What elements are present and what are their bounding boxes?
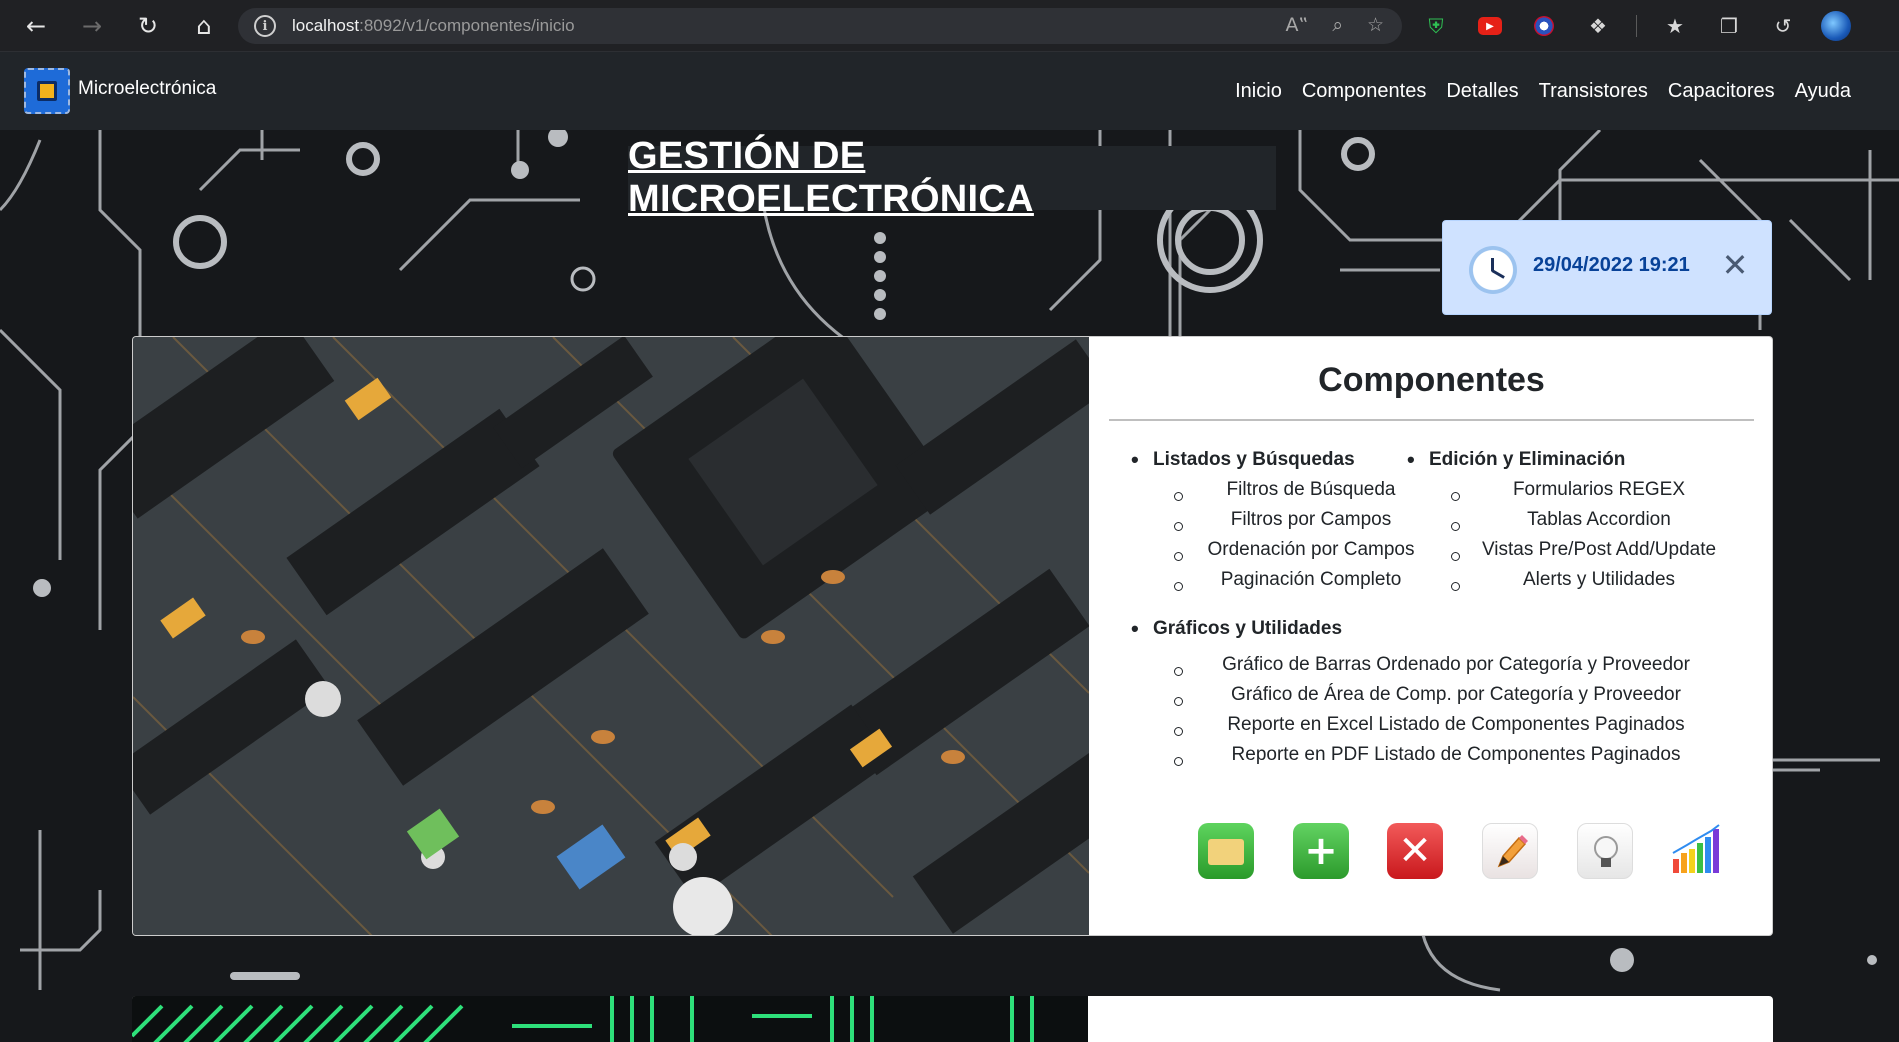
youtube-icon[interactable]: ▶ [1478,17,1502,35]
close-icon[interactable]: ✕ [1715,245,1755,285]
circuit-lines-image [132,996,1088,1042]
list-item: Formularios REGEX [1512,479,1686,500]
back-button[interactable]: ← [16,6,56,46]
list-item: Tablas Accordion [1527,509,1671,530]
list-item: Gráfico de Área de Comp. por Categoría y… [1231,684,1681,705]
toast-datetime: 29/04/2022 19:21 [1533,254,1690,276]
extensions-area: ⛨ ▶ ❖ ★ ❐ ↺ [1420,10,1851,42]
profile-icon[interactable] [1821,11,1851,41]
components-card: Componentes Listados y Búsquedas Filtros… [132,336,1773,936]
collections-icon[interactable]: ❐ [1713,10,1745,42]
section-title-listados: Listados y Búsquedas [1131,447,1355,473]
circuit-board-image [133,337,1089,935]
divider [1636,15,1637,37]
url-text[interactable]: localhost:8092/v1/componentes/inicio [292,16,575,36]
page-title-box: GESTIÓN DE MICROELECTRÓNICA [628,135,1276,220]
bullet [1451,492,1460,501]
bullet [1451,582,1460,591]
delete-icon[interactable]: ✕ [1387,823,1443,879]
divider [1109,419,1754,421]
bullet [1174,757,1183,766]
nav-link-componentes[interactable]: Componentes [1302,80,1427,103]
forward-button[interactable]: → [72,6,112,46]
read-aloud-icon[interactable]: A‟ [1285,14,1308,36]
home-button[interactable]: ⌂ [184,6,224,46]
puzzle-icon[interactable]: ❖ [1582,10,1614,42]
datetime-toast: 29/04/2022 19:21 ✕ [1442,220,1772,315]
bullet [1174,522,1183,531]
nav-link-transistores[interactable]: Transistores [1539,80,1648,103]
list-item: Filtros de Búsqueda [1226,479,1396,500]
edit-icon[interactable] [1482,823,1538,879]
url-path: :8092/v1/componentes/inicio [359,16,575,35]
bullet [1174,727,1183,736]
section-title-graficos: Gráficos y Utilidades [1131,616,1342,642]
nav-links: Inicio Componentes Detalles Transistores… [1235,80,1851,103]
page-title: GESTIÓN DE MICROELECTRÓNICA [628,135,1034,220]
extension-badge-icon[interactable] [1534,16,1554,36]
folder-icon[interactable] [1198,823,1254,879]
chip-logo-icon[interactable] [24,68,70,114]
brand-name[interactable]: Microelectrónica [78,78,216,100]
favorite-add-icon[interactable]: ☆ [1367,14,1384,36]
refresh-button[interactable]: ↻ [128,6,168,46]
clock-icon [1469,246,1517,294]
list-item: Filtros por Campos [1230,509,1392,530]
nav-link-detalles[interactable]: Detalles [1446,80,1518,103]
list-item: Reporte en PDF Listado de Componentes Pa… [1231,744,1681,765]
list-item: Reporte en Excel Listado de Componentes … [1227,714,1685,735]
card-title: Componentes [1318,361,1545,399]
list-item: Alerts y Utilidades [1522,569,1676,590]
zoom-icon[interactable]: ⌕ [1332,14,1343,36]
favorites-icon[interactable]: ★ [1659,10,1691,42]
list-item: Ordenación por Campos [1207,539,1415,560]
nav-link-capacitores[interactable]: Capacitores [1668,80,1775,103]
bullet [1174,667,1183,676]
bullet [1174,492,1183,501]
address-bar-icons: A‟ ⌕ ☆ [1285,14,1384,36]
history-icon[interactable]: ↺ [1767,10,1799,42]
list-item: Vistas Pre/Post Add/Update [1481,539,1717,560]
shield-icon[interactable]: ⛨ [1420,10,1452,42]
url-host: localhost [292,16,360,35]
add-icon[interactable]: + [1293,823,1349,879]
section-title-edicion: Edición y Eliminación [1407,447,1625,473]
bullet [1174,582,1183,591]
bullet [1451,552,1460,561]
bullet [1174,697,1183,706]
nav-link-inicio[interactable]: Inicio [1235,80,1282,103]
address-bar[interactable]: i localhost:8092/v1/componentes/inicio A… [238,8,1402,44]
action-icons: + ✕ [1089,823,1772,893]
browser-toolbar: ← → ↻ ⌂ i localhost:8092/v1/componentes/… [0,0,1899,52]
nav-link-ayuda[interactable]: Ayuda [1795,80,1851,103]
secondary-card [132,996,1773,1042]
site-navbar: Microelectrónica Inicio Componentes Deta… [0,52,1899,130]
list-item: Paginación Completo [1220,569,1402,590]
info-icon[interactable]: i [254,15,276,37]
card-body: Componentes Listados y Búsquedas Filtros… [1089,337,1772,935]
bullet [1174,552,1183,561]
bullet [1451,522,1460,531]
list-item: Gráfico de Barras Ordenado por Categoría… [1222,654,1690,675]
idea-icon[interactable] [1577,823,1633,879]
chart-icon[interactable] [1667,823,1723,879]
